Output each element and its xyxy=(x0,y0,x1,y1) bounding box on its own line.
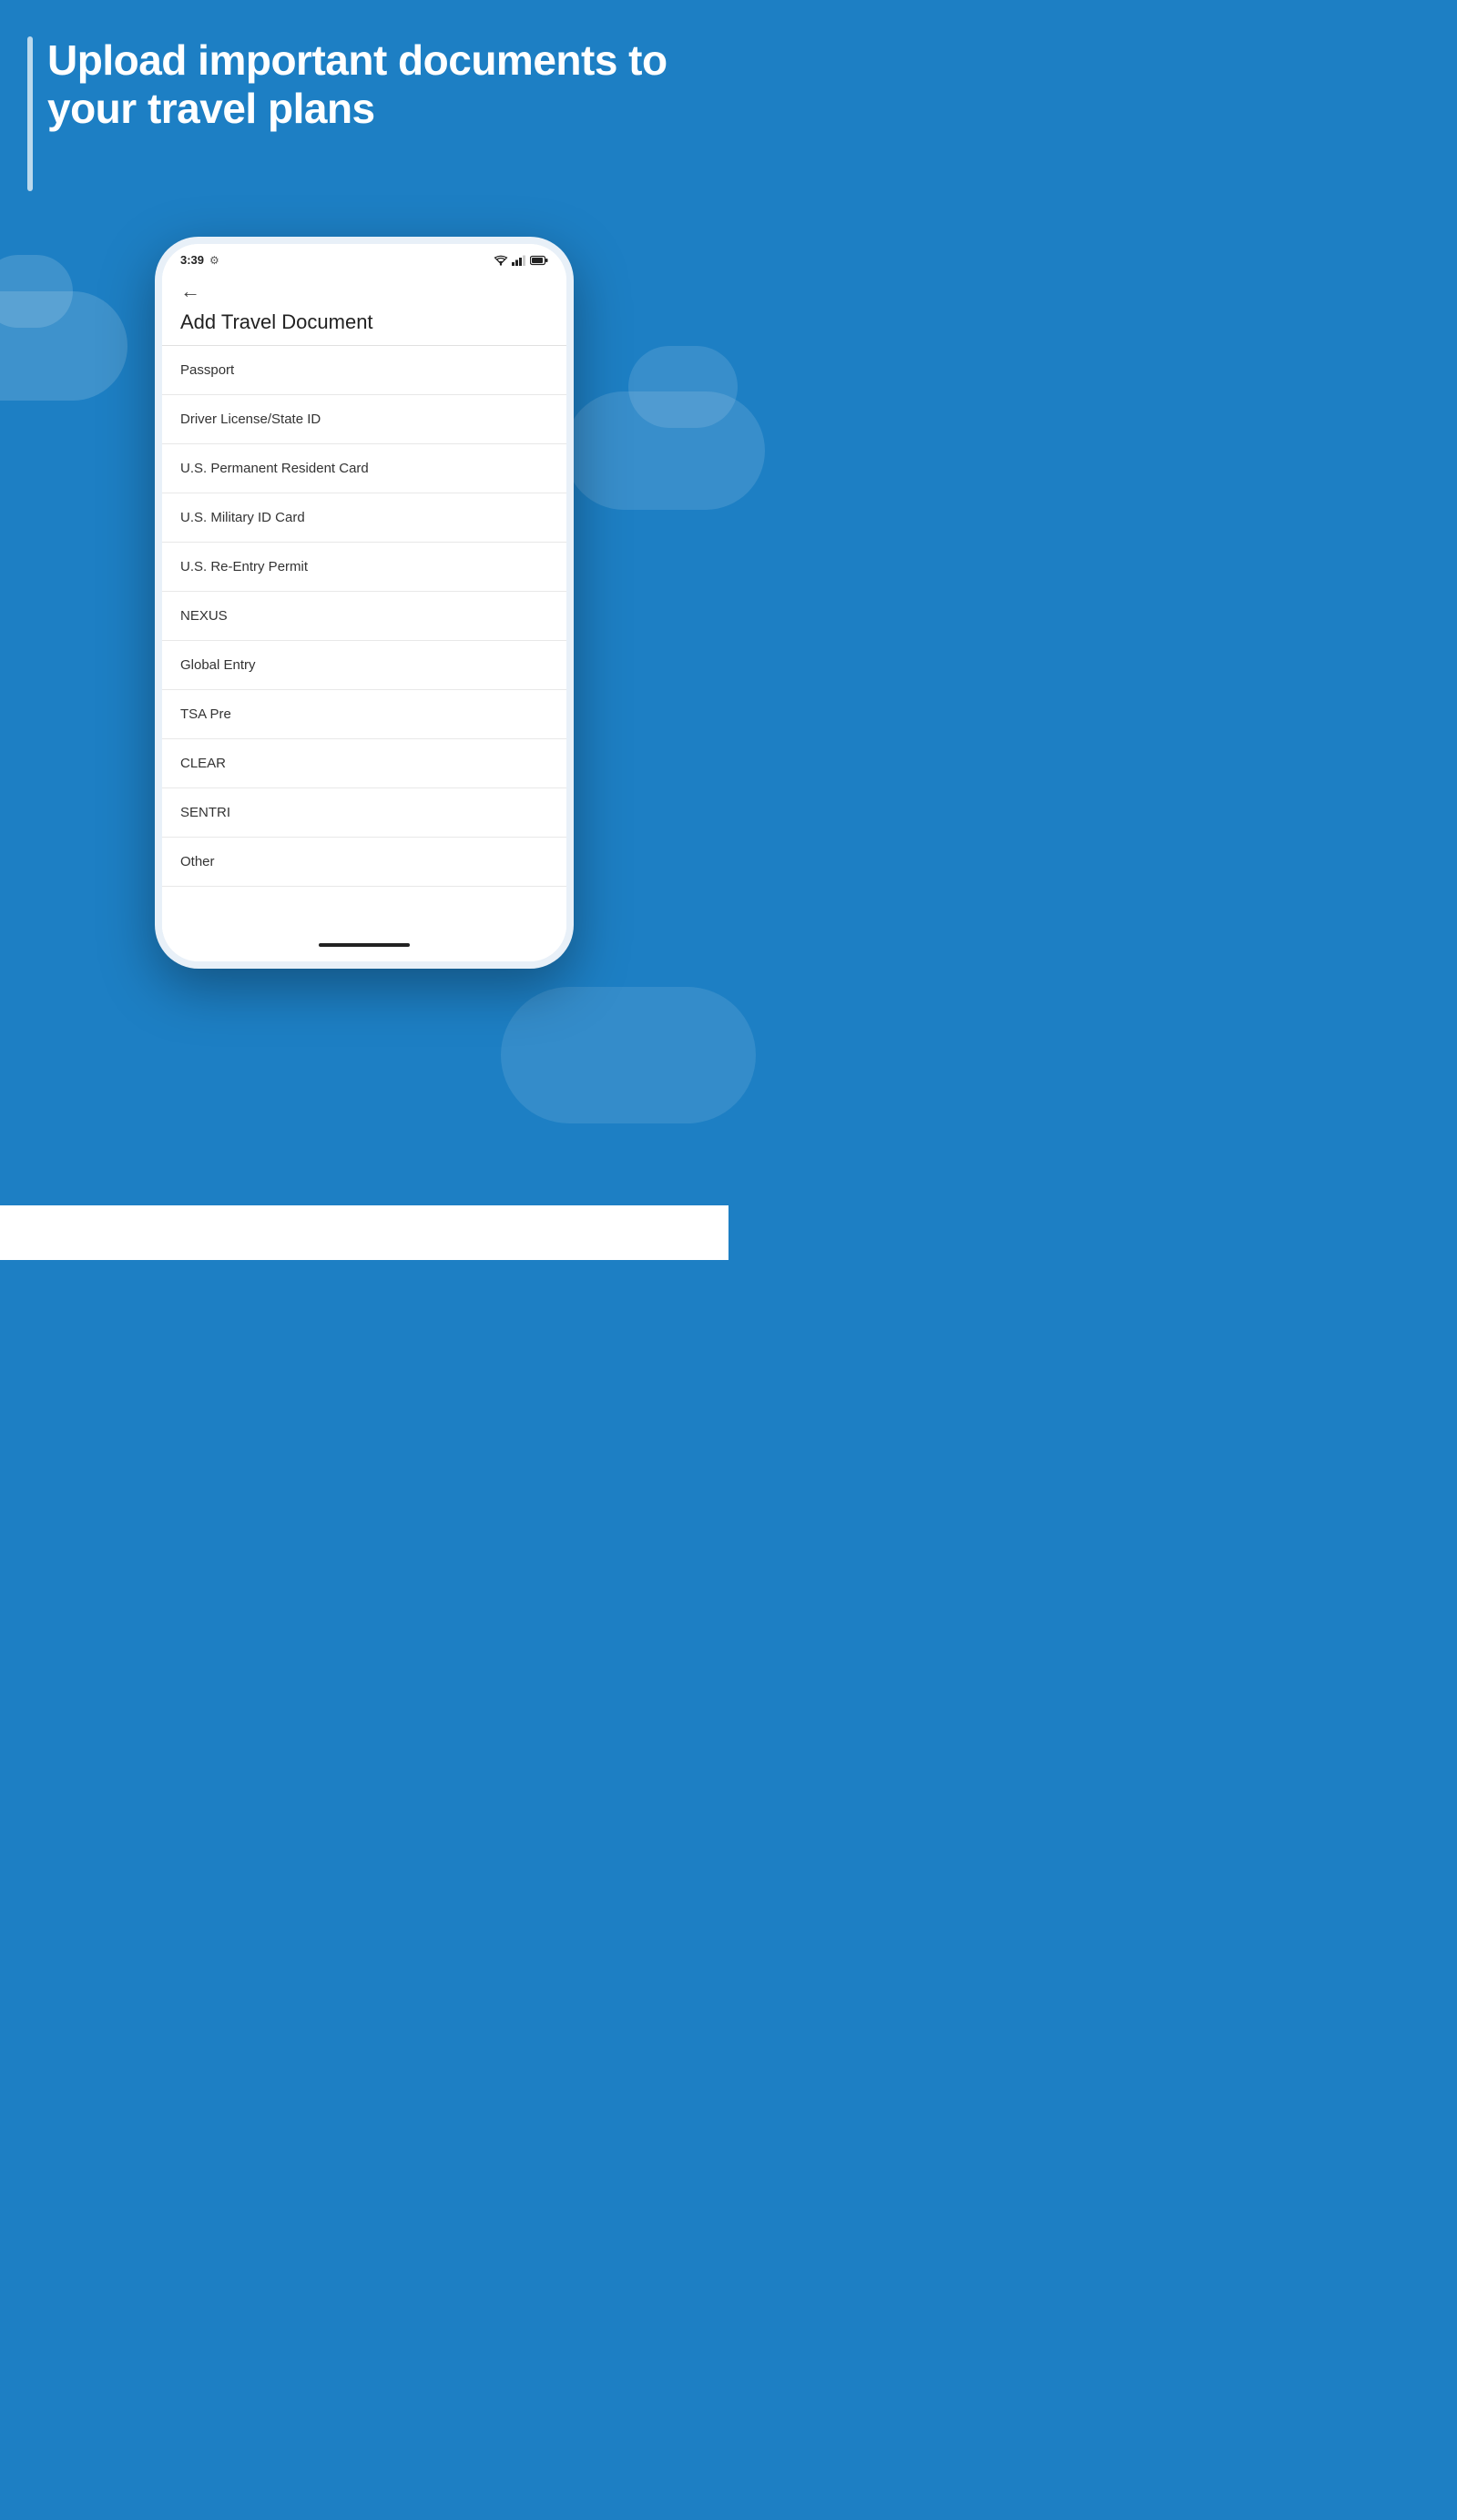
main-heading: Upload important documents to your trave… xyxy=(47,36,701,133)
heading-section: Upload important documents to your trave… xyxy=(27,36,701,191)
page-title: Add Travel Document xyxy=(180,310,548,334)
status-time: 3:39 xyxy=(180,253,204,267)
phone-bottom-bar xyxy=(162,932,566,961)
status-bar: 3:39 ⚙ xyxy=(162,244,566,272)
signal-icon xyxy=(512,255,526,266)
battery-icon xyxy=(530,255,548,266)
list-item-military-id[interactable]: U.S. Military ID Card xyxy=(162,493,566,543)
cloud-decoration-bottom-right xyxy=(501,987,756,1123)
back-button[interactable]: ← xyxy=(180,279,200,303)
gear-icon: ⚙ xyxy=(209,254,219,267)
app-header: ← Add Travel Document xyxy=(162,272,566,345)
list-item-passport[interactable]: Passport xyxy=(162,346,566,395)
list-item-permanent-resident[interactable]: U.S. Permanent Resident Card xyxy=(162,444,566,493)
list-item-empty xyxy=(162,887,566,932)
home-indicator xyxy=(319,943,410,947)
list-item-tsa-pre[interactable]: TSA Pre xyxy=(162,690,566,739)
status-icons xyxy=(494,255,548,266)
wifi-icon xyxy=(494,255,508,266)
accent-bar xyxy=(27,36,33,191)
cloud-decoration-left xyxy=(0,291,127,401)
cloud-decoration-right xyxy=(565,391,765,510)
list-item-sentri[interactable]: SENTRI xyxy=(162,788,566,838)
document-list: Passport Driver License/State ID U.S. Pe… xyxy=(162,345,566,932)
list-item-reentry-permit[interactable]: U.S. Re-Entry Permit xyxy=(162,543,566,592)
phone-outer-frame: 3:39 ⚙ xyxy=(155,237,574,969)
list-item-global-entry[interactable]: Global Entry xyxy=(162,641,566,690)
list-item-driver-license[interactable]: Driver License/State ID xyxy=(162,395,566,444)
list-item-other[interactable]: Other xyxy=(162,838,566,887)
bottom-white-bar xyxy=(0,1205,728,1260)
screen-content: ← Add Travel Document Passport Driver Li… xyxy=(162,272,566,932)
list-item-clear[interactable]: CLEAR xyxy=(162,739,566,788)
phone-mockup: 3:39 ⚙ xyxy=(155,237,574,969)
list-item-nexus[interactable]: NEXUS xyxy=(162,592,566,641)
phone-screen: 3:39 ⚙ xyxy=(162,244,566,961)
